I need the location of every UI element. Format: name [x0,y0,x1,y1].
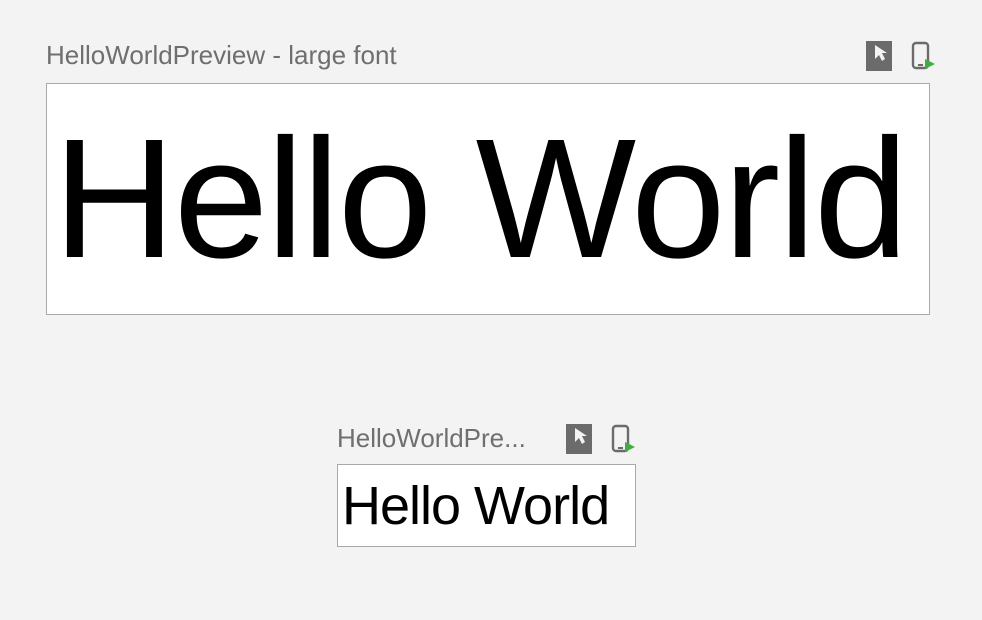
preview-frame-large: Hello World [46,83,930,315]
preview-block-small: HelloWorldPre... Hello Wo [337,423,936,547]
preview-content-large: Hello World [53,114,906,284]
preview-header-small: HelloWorldPre... [337,423,636,454]
deploy-preview-icon [910,41,936,71]
preview-header-large: HelloWorldPreview - large font [46,40,936,71]
preview-frame-small: Hello World [337,464,636,547]
preview-actions-large [866,41,936,71]
preview-title-small: HelloWorldPre... [337,423,552,454]
preview-title-large: HelloWorldPreview - large font [46,40,397,71]
interactive-mode-button[interactable] [566,424,592,454]
deploy-preview-button[interactable] [610,424,636,454]
preview-container: HelloWorldPreview - large font [0,0,982,547]
preview-block-large: HelloWorldPreview - large font [46,40,936,315]
interactive-mode-icon [866,41,892,71]
deploy-preview-icon [610,424,636,454]
preview-actions-small [566,424,636,454]
interactive-mode-button[interactable] [866,41,892,71]
interactive-mode-icon [566,424,592,454]
deploy-preview-button[interactable] [910,41,936,71]
preview-content-small: Hello World [342,479,609,533]
